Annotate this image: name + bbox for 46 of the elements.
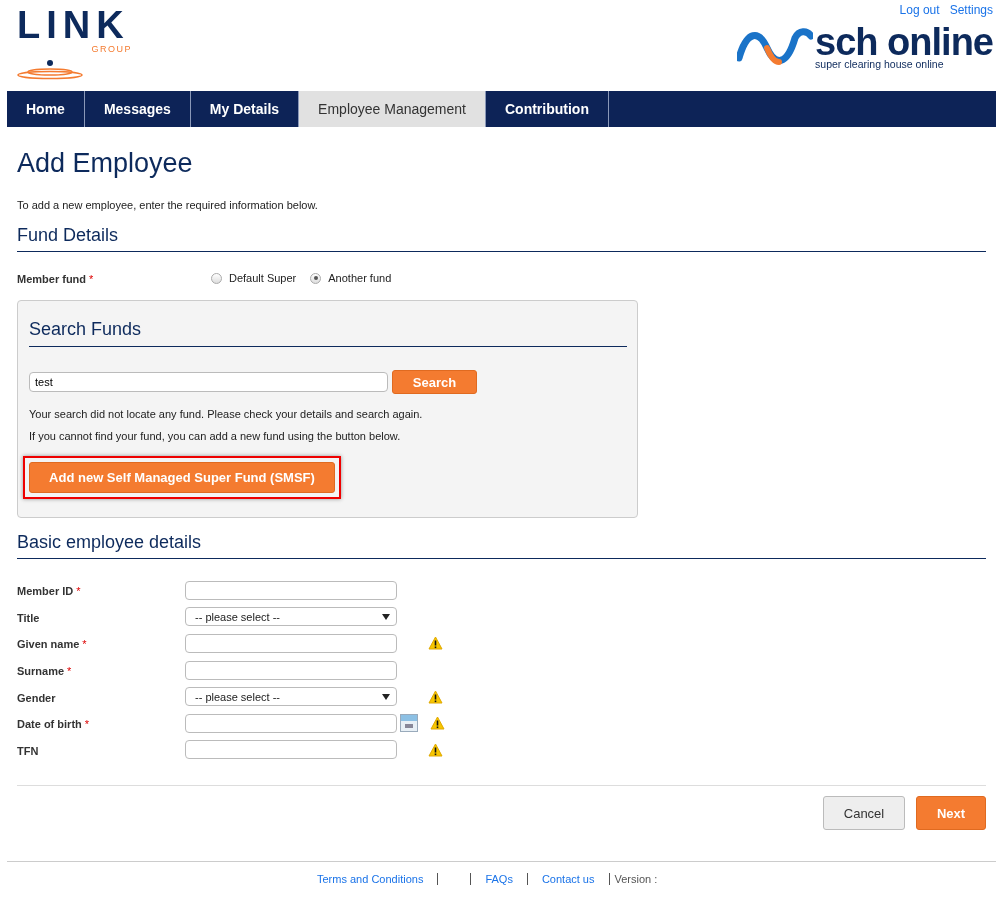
footer-link[interactable]: FAQs [470, 873, 527, 886]
search-field[interactable]: test [29, 372, 388, 392]
header-link[interactable]: Log out [899, 3, 940, 17]
date-field[interactable] [185, 713, 397, 733]
required-mark: * [82, 638, 87, 651]
nav-tab[interactable]: Contribution [485, 91, 609, 127]
company-logo: LINK GROUP [17, 6, 132, 84]
field-label: Member fund [17, 273, 87, 285]
nav-tab[interactable]: Home [7, 91, 85, 127]
page-title: Add Employee [17, 148, 194, 179]
field-label: Gender [17, 691, 56, 704]
required-mark: * [89, 273, 94, 285]
text-field[interactable] [185, 740, 397, 760]
section-heading: Basic employee details [17, 532, 986, 559]
calendar-icon[interactable] [400, 714, 418, 733]
text-field[interactable] [185, 634, 397, 653]
panel-heading: Search Funds [29, 319, 627, 347]
field-label: Title [17, 611, 40, 624]
field-label: Date of birth [17, 718, 82, 731]
required-mark: * [84, 718, 90, 731]
header-link[interactable]: Settings [949, 3, 993, 17]
version-label: Version : [608, 873, 658, 886]
section-heading: Fund Details [17, 225, 986, 252]
product-logo: sch online super clearing house online [737, 25, 993, 70]
cancel-button[interactable]: Cancel [823, 796, 905, 831]
text-field[interactable] [185, 580, 397, 600]
nav-tab[interactable]: Employee Management [299, 91, 486, 127]
message-text: Your search did not locate any fund. Please check your details and search again. [29, 408, 424, 420]
select-field[interactable]: -- please select -- [185, 607, 397, 627]
message-text: If you cannot find your fund, you can add a new fund using the button below. [29, 430, 402, 442]
dropdown-caret-icon [382, 613, 390, 620]
field-label: Given name [17, 638, 80, 651]
required-mark: * [67, 665, 72, 678]
nav-tab[interactable]: Messages [84, 91, 191, 127]
field-label: Surname [17, 665, 65, 678]
radio-option[interactable]: Default Super [211, 272, 297, 284]
field-label: TFN [17, 744, 39, 757]
text-field[interactable] [185, 660, 397, 680]
intro-text: To add a new employee, enter the required information below. [17, 199, 319, 211]
required-mark: * [76, 585, 81, 598]
dropdown-caret-icon [382, 693, 390, 700]
select-field[interactable]: -- please select -- [185, 687, 397, 707]
footer-link[interactable]: Contact us [526, 873, 609, 886]
footer-link[interactable]: Terms and Conditions [303, 873, 439, 886]
radio-option[interactable]: Another fund [310, 272, 392, 284]
field-label: Member ID [17, 585, 74, 598]
